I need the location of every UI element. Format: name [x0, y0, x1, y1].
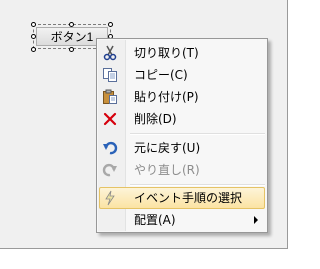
menu-separator: [130, 184, 265, 186]
lightning-icon: [105, 190, 115, 206]
menu-item-delete[interactable]: 削除(D): [99, 108, 265, 130]
menu-item-label: 削除(D): [134, 112, 177, 126]
menu-item-label: イベント手順の選択: [134, 191, 243, 205]
menu-item-label: 配置(A): [134, 213, 176, 227]
menu-item-arrange[interactable]: 配置(A): [99, 209, 265, 231]
context-menu: 切り取り(T) コピー(C) 貼り付け(P) 削除(D) 元に戻す(U) やり直…: [96, 38, 268, 233]
menu-item-copy[interactable]: コピー(C): [99, 64, 265, 86]
resize-handle-top-right[interactable]: [108, 22, 113, 27]
menu-item-label: 元に戻す(U): [134, 141, 201, 155]
scissors-icon: [103, 45, 117, 61]
submenu-arrow-icon: [254, 216, 258, 224]
menu-item-select-event-procedure[interactable]: イベント手順の選択: [99, 187, 265, 209]
resize-handle-left[interactable]: [31, 34, 36, 39]
menu-separator: [130, 133, 265, 135]
menu-item-redo[interactable]: やり直し(R): [99, 159, 265, 181]
menu-item-label: やり直し(R): [134, 163, 200, 177]
delete-icon: [103, 112, 117, 126]
menu-item-paste[interactable]: 貼り付け(P): [99, 86, 265, 108]
menu-item-undo[interactable]: 元に戻す(U): [99, 137, 265, 159]
menu-item-label: 貼り付け(P): [134, 90, 199, 104]
undo-icon: [103, 141, 118, 155]
copy-icon: [103, 68, 117, 82]
resize-handle-bottom-left[interactable]: [31, 47, 36, 52]
resize-handle-bottom[interactable]: [69, 47, 74, 52]
resize-handle-top-left[interactable]: [31, 22, 36, 27]
menu-item-label: コピー(C): [134, 68, 188, 82]
menu-item-label: 切り取り(T): [134, 46, 199, 60]
menu-item-cut[interactable]: 切り取り(T): [99, 42, 265, 64]
paste-icon: [103, 89, 117, 104]
resize-handle-top[interactable]: [69, 22, 74, 27]
redo-icon: [102, 163, 117, 177]
